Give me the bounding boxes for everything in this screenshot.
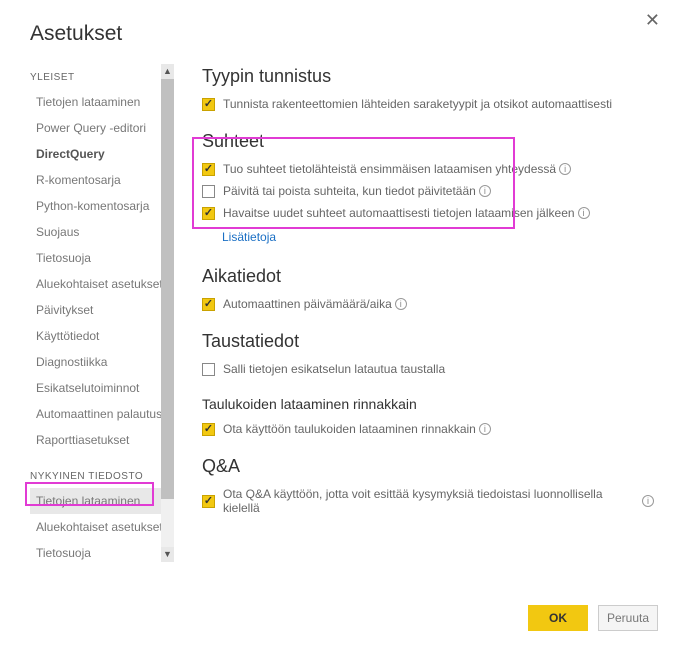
sidebar-list: YLEISET Tietojen lataaminen Power Query … bbox=[30, 64, 174, 562]
dialog-footer: OK Peruuta bbox=[528, 605, 658, 631]
option-background-preview[interactable]: Salli tietojen esikatselun latautua taus… bbox=[202, 358, 654, 380]
option-label: Salli tietojen esikatselun latautua taus… bbox=[223, 362, 445, 376]
info-icon[interactable]: i bbox=[559, 163, 571, 175]
nav-privacy-current[interactable]: Tietosuoja bbox=[30, 540, 174, 562]
option-label: Tuo suhteet tietolähteistä ensimmäisen l… bbox=[223, 162, 556, 176]
section-relationships: Suhteet bbox=[202, 131, 654, 152]
nav-autorecovery-global[interactable]: Automaattinen palautus bbox=[30, 401, 174, 427]
nav-python-scripting[interactable]: Python-komentosarja bbox=[30, 193, 174, 219]
nav-data-load-global[interactable]: Tietojen lataaminen bbox=[30, 89, 174, 115]
checkbox-icon[interactable] bbox=[202, 298, 215, 311]
info-icon[interactable]: i bbox=[479, 185, 491, 197]
checkbox-icon[interactable] bbox=[202, 98, 215, 111]
info-icon[interactable]: i bbox=[642, 495, 654, 507]
option-auto-datetime[interactable]: Automaattinen päivämäärä/aika i bbox=[202, 293, 654, 315]
link-learn-more[interactable]: Lisätietoja bbox=[202, 224, 654, 250]
option-update-rel[interactable]: Päivitä tai poista suhteita, kun tiedot … bbox=[202, 180, 654, 202]
sidebar-heading-global: YLEISET bbox=[30, 64, 174, 89]
cancel-button[interactable]: Peruuta bbox=[598, 605, 658, 631]
nav-privacy-global[interactable]: Tietosuoja bbox=[30, 245, 174, 271]
nav-data-load-current[interactable]: Tietojen lataaminen bbox=[30, 488, 174, 514]
close-button[interactable]: ✕ bbox=[641, 6, 664, 35]
nav-report-settings[interactable]: Raporttiasetukset bbox=[30, 427, 174, 453]
scroll-down-arrow[interactable]: ▼ bbox=[161, 547, 174, 562]
option-label: Automaattinen päivämäärä/aika bbox=[223, 297, 392, 311]
nav-r-scripting[interactable]: R-komentosarja bbox=[30, 167, 174, 193]
nav-security[interactable]: Suojaus bbox=[30, 219, 174, 245]
section-time-intel: Aikatiedot bbox=[202, 266, 654, 287]
checkbox-icon[interactable] bbox=[202, 207, 215, 220]
option-import-rel[interactable]: Tuo suhteet tietolähteistä ensimmäisen l… bbox=[202, 158, 654, 180]
nav-diagnostics[interactable]: Diagnostiikka bbox=[30, 349, 174, 375]
option-label: Tunnista rakenteettomien lähteiden sarak… bbox=[223, 97, 612, 111]
checkbox-icon[interactable] bbox=[202, 185, 215, 198]
option-autodetect-rel[interactable]: Havaitse uudet suhteet automaattisesti t… bbox=[202, 202, 654, 224]
checkbox-icon[interactable] bbox=[202, 495, 215, 508]
info-icon[interactable]: i bbox=[578, 207, 590, 219]
checkbox-icon[interactable] bbox=[202, 423, 215, 436]
option-label: Päivitä tai poista suhteita, kun tiedot … bbox=[223, 184, 476, 198]
scroll-up-arrow[interactable]: ▲ bbox=[161, 64, 174, 79]
section-type-detection: Tyypin tunnistus bbox=[202, 66, 654, 87]
sidebar-heading-currentfile: NYKYINEN TIEDOSTO bbox=[30, 463, 174, 488]
section-qa: Q&A bbox=[202, 456, 654, 477]
checkbox-icon[interactable] bbox=[202, 163, 215, 176]
dialog-content: ▲ ▼ YLEISET Tietojen lataaminen Power Qu… bbox=[0, 46, 674, 566]
option-label: Ota käyttöön taulukoiden lataaminen rinn… bbox=[223, 422, 476, 436]
checkbox-icon[interactable] bbox=[202, 363, 215, 376]
nav-regional-global[interactable]: Aluekohtaiset asetukset bbox=[30, 271, 174, 297]
option-label: Ota Q&A käyttöön, jotta voit esittää kys… bbox=[223, 487, 639, 515]
scrollbar-thumb[interactable] bbox=[161, 79, 174, 499]
nav-preview[interactable]: Esikatselutoiminnot bbox=[30, 375, 174, 401]
sidebar: ▲ ▼ YLEISET Tietojen lataaminen Power Qu… bbox=[30, 64, 174, 566]
section-background: Taustatiedot bbox=[202, 331, 654, 352]
nav-regional-current[interactable]: Aluekohtaiset asetukset bbox=[30, 514, 174, 540]
option-detect-types[interactable]: Tunnista rakenteettomien lähteiden sarak… bbox=[202, 93, 654, 115]
nav-updates[interactable]: Päivitykset bbox=[30, 297, 174, 323]
nav-power-query[interactable]: Power Query -editori bbox=[30, 115, 174, 141]
option-parallel-load[interactable]: Ota käyttöön taulukoiden lataaminen rinn… bbox=[202, 418, 654, 440]
option-qa-enable[interactable]: Ota Q&A käyttöön, jotta voit esittää kys… bbox=[202, 483, 654, 519]
main-panel: Tyypin tunnistus Tunnista rakenteettomie… bbox=[174, 64, 674, 566]
section-parallel: Taulukoiden lataaminen rinnakkain bbox=[202, 396, 654, 412]
nav-directquery[interactable]: DirectQuery bbox=[30, 141, 174, 167]
nav-usage-data[interactable]: Käyttötiedot bbox=[30, 323, 174, 349]
info-icon[interactable]: i bbox=[479, 423, 491, 435]
scrollbar-track[interactable]: ▲ ▼ bbox=[161, 64, 174, 562]
dialog-title: Asetukset bbox=[0, 0, 674, 46]
ok-button[interactable]: OK bbox=[528, 605, 588, 631]
settings-dialog: ✕ Asetukset ▲ ▼ YLEISET Tietojen lataami… bbox=[0, 0, 674, 649]
option-label: Havaitse uudet suhteet automaattisesti t… bbox=[223, 206, 575, 220]
info-icon[interactable]: i bbox=[395, 298, 407, 310]
